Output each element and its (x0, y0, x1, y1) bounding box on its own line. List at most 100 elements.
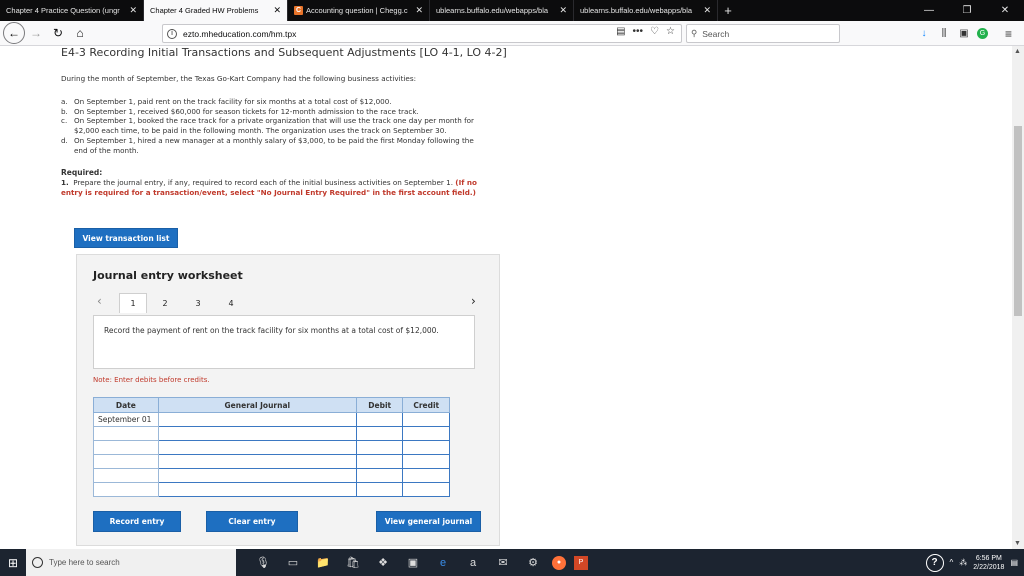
debit-input[interactable] (355, 440, 404, 455)
windows-start-icon[interactable]: ⊞ (0, 549, 26, 576)
worksheet-pager: ‹ 1 2 3 4 › (93, 291, 485, 313)
close-icon[interactable]: ✕ (273, 6, 281, 15)
scroll-up-icon[interactable]: ▲ (1014, 48, 1021, 55)
table-row (93, 426, 450, 441)
view-transaction-list-button[interactable]: View transaction list (74, 228, 178, 248)
forward-button[interactable]: → (25, 22, 47, 44)
account-input[interactable] (157, 440, 357, 455)
table-row (93, 440, 450, 455)
clear-entry-button[interactable]: Clear entry (206, 511, 298, 532)
record-entry-button[interactable]: Record entry (93, 511, 181, 532)
extension-icon[interactable]: G (977, 28, 988, 39)
worksheet-title: Journal entry worksheet (93, 269, 243, 282)
minimize-icon[interactable]: — (910, 0, 948, 21)
column-header-debit: Debit (355, 397, 404, 413)
info-icon[interactable]: i (167, 28, 177, 39)
debit-input[interactable] (355, 468, 404, 483)
tab-chegg[interactable]: C Accounting question | Chegg.c ✕ (288, 0, 430, 21)
intro-text: During the month of September, the Texas… (61, 74, 417, 83)
home-button[interactable]: ⌂ (69, 22, 91, 44)
notifications-icon[interactable]: ▤ (1010, 558, 1018, 567)
scrollbar-thumb[interactable] (1014, 126, 1022, 316)
close-icon[interactable]: ✕ (415, 6, 423, 15)
network-icon[interactable]: ⁂ (959, 558, 967, 567)
chevron-up-icon[interactable]: ^ (950, 558, 954, 567)
close-icon[interactable]: ✕ (703, 6, 711, 15)
credit-input[interactable] (402, 426, 450, 441)
back-button[interactable]: ← (3, 22, 25, 44)
url-text: ezto.mheducation.com/hm.tpx (183, 28, 297, 39)
page-1-tab[interactable]: 1 (119, 293, 147, 313)
credit-input[interactable] (402, 468, 450, 483)
settings-gear-icon[interactable]: ⚙ (522, 553, 544, 573)
mail-icon[interactable]: ✉ (492, 553, 514, 573)
debit-input[interactable] (355, 482, 404, 497)
debit-input[interactable] (355, 454, 404, 469)
dropbox-icon[interactable]: ❖ (372, 553, 394, 573)
url-bar[interactable]: i ezto.mheducation.com/hm.tpx ▤ ••• ♡ ☆ (162, 24, 682, 43)
table-row: September 01 (93, 412, 450, 427)
firefox-icon[interactable]: ● (552, 555, 566, 570)
amazon-icon[interactable]: a (462, 553, 484, 573)
view-general-journal-button[interactable]: View general journal (376, 511, 481, 532)
store-icon[interactable]: 🛍 (342, 553, 364, 573)
pocket-icon[interactable]: ♡ (650, 26, 659, 37)
tab-ublearns-1[interactable]: ublearns.buffalo.edu/webapps/bla ✕ (430, 0, 574, 21)
debit-input[interactable] (355, 426, 404, 441)
edge-icon[interactable]: e (432, 553, 454, 573)
new-tab-button[interactable]: + (718, 0, 738, 21)
account-input[interactable] (157, 468, 357, 483)
bookmark-star-icon[interactable]: ☆ (666, 26, 675, 37)
tab-graded-hw[interactable]: Chapter 4 Graded HW Problems ✕ (144, 0, 288, 21)
reload-button[interactable]: ↻ (47, 22, 69, 44)
account-input[interactable] (157, 426, 357, 441)
account-input[interactable] (157, 454, 357, 469)
credit-input[interactable] (402, 454, 450, 469)
hamburger-menu-icon[interactable]: ≡ (1005, 27, 1012, 41)
close-icon[interactable]: ✕ (129, 6, 137, 15)
help-icon[interactable]: ? (925, 553, 944, 572)
close-icon[interactable]: ✕ (559, 6, 567, 15)
column-header-credit: Credit (402, 397, 450, 413)
page-4-tab[interactable]: 4 (217, 293, 245, 313)
tab-bar: Chapter 4 Practice Question (ungr ✕ Chap… (0, 0, 1024, 21)
restore-icon[interactable]: ❐ (948, 0, 986, 21)
scroll-down-icon[interactable]: ▼ (1014, 540, 1021, 547)
list-item: d. On September 1, hired a new manager a… (61, 135, 474, 155)
page-2-tab[interactable]: 2 (151, 293, 179, 313)
account-input[interactable] (157, 482, 357, 497)
page-scrollbar[interactable]: ▲ ▼ (1012, 46, 1024, 549)
chevron-left-icon[interactable]: ‹ (97, 294, 102, 308)
page-actions-icon[interactable]: ••• (633, 26, 644, 37)
sidebar-icon[interactable]: ▣ (957, 28, 971, 39)
download-icon[interactable]: ↓ (917, 28, 931, 39)
tab-practice-question[interactable]: Chapter 4 Practice Question (ungr ✕ (0, 0, 144, 21)
column-header-general-journal: General Journal (157, 397, 357, 413)
taskbar-search-input[interactable]: Type here to search (26, 549, 236, 576)
credit-input[interactable] (402, 440, 450, 455)
reader-view-icon[interactable]: ▤ (616, 26, 625, 37)
date-cell[interactable]: September 01 (93, 412, 159, 427)
clock[interactable]: 6:56 PM 2/22/2018 (973, 554, 1004, 572)
chevron-right-icon[interactable]: › (471, 294, 476, 308)
navigation-bar: ← → ↻ ⌂ i ezto.mheducation.com/hm.tpx ▤ … (0, 21, 1024, 46)
cortana-icon (32, 557, 43, 568)
account-input[interactable] (157, 412, 357, 427)
list-item: a. On September 1, paid rent on the trac… (61, 97, 392, 106)
debit-input[interactable] (355, 412, 404, 427)
transaction-prompt: Record the payment of rent on the track … (93, 315, 475, 369)
file-explorer-icon[interactable]: 📁 (312, 553, 334, 573)
close-window-icon[interactable]: ✕ (986, 0, 1024, 21)
library-icon[interactable]: ⫼ (937, 28, 951, 39)
journal-table: Date General Journal Debit Credit Septem… (93, 397, 450, 497)
powerpoint-icon[interactable]: P (574, 555, 588, 570)
credit-input[interactable] (402, 412, 450, 427)
task-view-icon[interactable]: ▭ (282, 553, 304, 573)
media-icon[interactable]: ▣ (402, 553, 424, 573)
search-input[interactable]: ⚲ Search (686, 24, 840, 43)
tab-ublearns-2[interactable]: ublearns.buffalo.edu/webapps/bla ✕ (574, 0, 718, 21)
microphone-icon[interactable]: 🎙 (252, 553, 274, 573)
credit-input[interactable] (402, 482, 450, 497)
page-3-tab[interactable]: 3 (184, 293, 212, 313)
date-cell (93, 468, 159, 483)
